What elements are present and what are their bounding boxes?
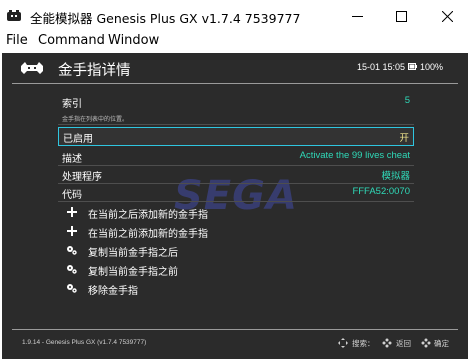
retroarch-app-icon	[7, 10, 21, 21]
row-code[interactable]: 代码 FFFA52:0070	[58, 184, 414, 202]
action-label: 在当前之前添加新的金手指	[88, 229, 208, 240]
row-label: 处理程序	[62, 172, 102, 183]
row-label: 代码	[62, 190, 82, 201]
row-handler[interactable]: 处理程序 模拟器	[58, 166, 414, 184]
controller-button-icon	[382, 338, 392, 348]
title-bar: 全能模拟器 Genesis Plus GX v1.7.4 7539777	[0, 0, 470, 32]
action-remove[interactable]: 移除金手指	[60, 280, 360, 298]
retroarch-logo-icon	[21, 62, 43, 74]
row-value: Activate the 99 lives cheat	[299, 150, 410, 161]
maximize-button[interactable]	[378, 0, 424, 32]
action-copy-before[interactable]: 复制当前金手指之前	[60, 261, 360, 279]
row-label: 已启用	[63, 134, 93, 145]
row-label: 索引	[62, 99, 82, 110]
row-value: FFFA52:0070	[352, 186, 410, 197]
header-divider	[12, 83, 458, 84]
row-divider	[58, 124, 414, 125]
menu-file[interactable]: File	[6, 33, 28, 48]
battery-percent: 100%	[420, 62, 444, 72]
row-value: 模拟器	[381, 171, 410, 182]
menu-command[interactable]: Command	[38, 33, 105, 48]
action-add-after[interactable]: 在当前之后添加新的金手指	[60, 204, 360, 222]
gears-icon	[67, 265, 77, 274]
close-icon	[441, 10, 453, 22]
core-version: 1.9.14 - Genesis Plus GX (v1.7.4 7539777…	[22, 339, 147, 346]
row-description[interactable]: 描述 Activate the 99 lives cheat	[58, 148, 414, 166]
minimize-button[interactable]	[334, 0, 380, 32]
row-enabled[interactable]: 已启用 开	[58, 127, 414, 146]
menu-bar: File Command Window	[0, 32, 470, 52]
controller-button-icon	[421, 338, 431, 348]
row-sublabel: 金手指在列表中的位置。	[62, 116, 129, 123]
row-label: 描述	[62, 154, 82, 165]
clock: 15-01 15:05	[357, 62, 406, 72]
footer-divider	[12, 329, 458, 330]
action-label: 在当前之后添加新的金手指	[88, 210, 208, 221]
hint-ok: 确定	[434, 339, 449, 348]
action-label: 复制当前金手指之后	[88, 248, 178, 259]
menu-header: 金手指详情 15-01 15:05 100%	[2, 53, 468, 83]
hint-back: 返回	[396, 339, 411, 348]
gears-icon	[67, 246, 77, 255]
action-label: 移除金手指	[88, 286, 138, 297]
row-index[interactable]: 索引 5 金手指在列表中的位置。	[58, 93, 414, 125]
close-button[interactable]	[424, 0, 470, 32]
row-divider	[58, 201, 414, 202]
hint-search: 搜索：	[352, 339, 375, 348]
minimize-icon	[351, 15, 363, 17]
action-add-before[interactable]: 在当前之前添加新的金手指	[60, 223, 360, 241]
maximize-icon	[395, 10, 407, 22]
page-title: 金手指详情	[58, 63, 131, 79]
row-value: 开	[399, 133, 409, 144]
plus-icon	[67, 226, 77, 236]
dpad-icon	[338, 338, 348, 348]
gears-icon	[67, 284, 77, 293]
action-label: 复制当前金手指之前	[88, 267, 178, 278]
row-value: 5	[404, 95, 410, 106]
window-title: 全能模拟器 Genesis Plus GX v1.7.4 7539777	[30, 11, 301, 26]
retroarch-content: 金手指详情 15-01 15:05 100% SEGA 索引 5 金手指在列表中…	[2, 53, 468, 359]
plus-icon	[67, 207, 77, 217]
action-copy-after[interactable]: 复制当前金手指之后	[60, 242, 360, 260]
menu-window[interactable]: Window	[108, 33, 159, 48]
battery-icon	[408, 63, 417, 70]
